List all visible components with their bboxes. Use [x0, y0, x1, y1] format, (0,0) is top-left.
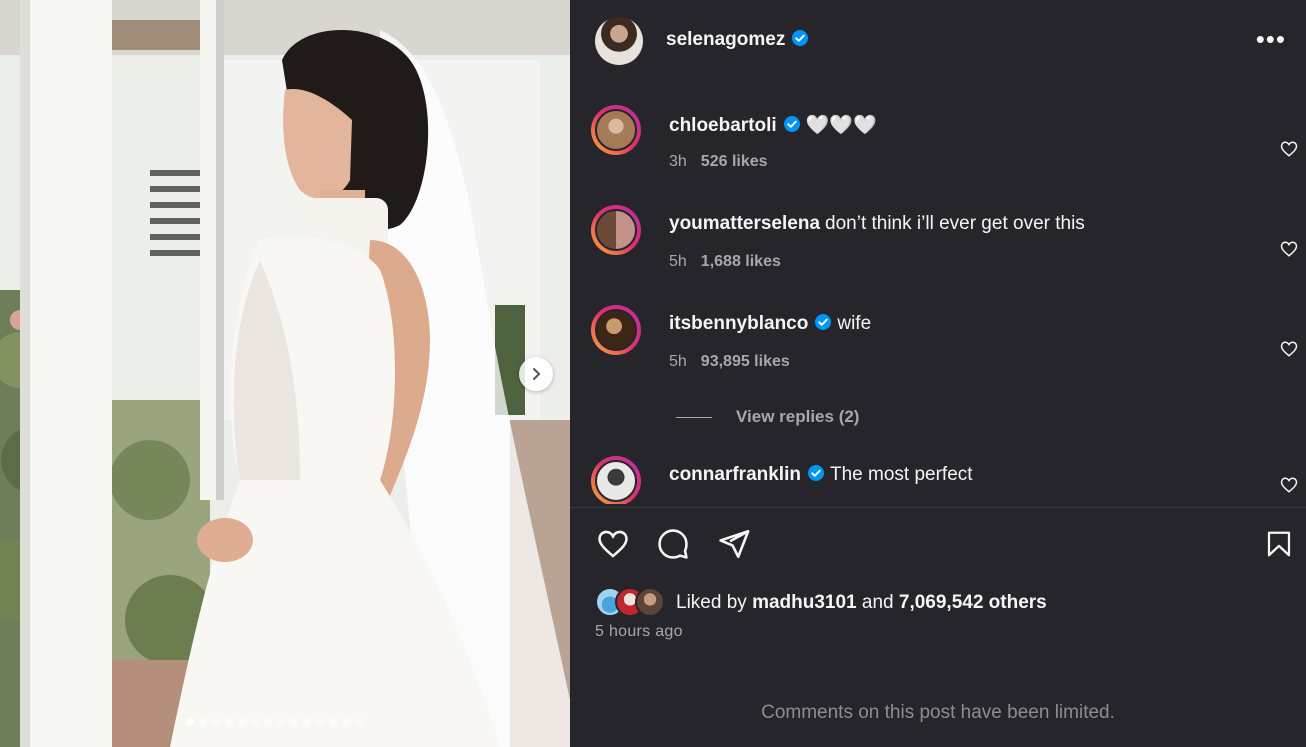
view-replies-label: View replies (2) — [736, 407, 860, 426]
comment-username[interactable]: youmatterselena — [669, 213, 820, 234]
comments-limited-notice: Comments on this post have been limited. — [761, 702, 1115, 723]
actions-divider — [570, 507, 1306, 508]
comment-time: 3h — [669, 153, 687, 170]
comment-avatar[interactable] — [591, 205, 641, 255]
author-username[interactable]: selenagomez — [666, 29, 785, 50]
comment-body: connarfranklin The most perfect — [669, 464, 973, 486]
carousel-dot — [342, 718, 350, 726]
comment-body: youmatterselena don’t think i’ll ever get… — [669, 213, 1085, 235]
comment-item: chloebartoli 🤍🤍🤍 3h 526 likes — [570, 105, 1306, 195]
comment-text: 🤍🤍🤍 — [805, 115, 877, 136]
post-photo — [0, 0, 570, 747]
carousel-dot — [186, 718, 194, 726]
likes-summary: Liked by madhu3101 and 7,069,542 others — [676, 592, 1047, 614]
comment-like-heart-icon[interactable] — [1280, 140, 1298, 158]
comment-username[interactable]: chloebartoli — [669, 115, 777, 136]
comment-likes[interactable]: 526 likes — [701, 153, 768, 170]
liker-avatars[interactable] — [595, 587, 667, 617]
post-sidebar: selenagomez ••• chloebartoli 🤍🤍🤍 3h 526 li… — [570, 0, 1306, 747]
liker-avatar — [635, 587, 665, 617]
comment-avatar[interactable] — [591, 456, 641, 504]
verified-badge-icon — [815, 313, 832, 330]
liked-by-others[interactable]: 7,069,542 others — [899, 592, 1047, 613]
carousel-dot — [264, 718, 272, 726]
post-timestamp[interactable]: 5 hours ago — [595, 623, 683, 641]
comment-meta: 5h 93,895 likes — [669, 353, 790, 371]
carousel-dot — [329, 718, 337, 726]
verified-badge-icon — [783, 115, 800, 132]
verified-badge-icon — [792, 29, 809, 46]
comment-body: chloebartoli 🤍🤍🤍 — [669, 113, 877, 137]
view-replies-button[interactable]: View replies (2) — [676, 407, 859, 427]
liked-by-user[interactable]: madhu3101 — [752, 592, 857, 613]
comment-like-heart-icon[interactable] — [1280, 240, 1298, 258]
comment-username[interactable]: itsbennyblanco — [669, 313, 808, 334]
next-image-button[interactable] — [519, 357, 553, 391]
author-avatar[interactable] — [595, 17, 643, 65]
carousel-dot — [303, 718, 311, 726]
carousel-dot — [225, 718, 233, 726]
heart-icon[interactable] — [595, 527, 631, 561]
liked-by-conjunction: and — [861, 592, 894, 613]
comments-list: chloebartoli 🤍🤍🤍 3h 526 likes youmattersel… — [570, 90, 1306, 504]
carousel-dot — [212, 718, 220, 726]
carousel-dot — [355, 718, 363, 726]
comment-text: The most perfect — [829, 464, 973, 485]
comment-likes[interactable]: 1,688 likes — [701, 253, 781, 270]
carousel-dot — [238, 718, 246, 726]
comment-text: don’t think i’ll ever get over this — [825, 213, 1085, 234]
post-image[interactable] — [0, 0, 570, 747]
more-options-icon[interactable]: ••• — [1256, 26, 1286, 52]
carousel-dot — [251, 718, 259, 726]
carousel-indicator — [186, 718, 363, 726]
carousel-dot — [316, 718, 324, 726]
comment-item: itsbennyblanco wife 5h 93,895 likes — [570, 305, 1306, 395]
comment-item: connarfranklin The most perfect — [570, 456, 1306, 504]
comment-body: itsbennyblanco wife — [669, 313, 871, 335]
send-icon[interactable] — [716, 527, 752, 561]
author-username-row: selenagomez — [666, 29, 809, 51]
carousel-dot — [199, 718, 207, 726]
comment-username[interactable]: connarfranklin — [669, 464, 801, 485]
comment-likes[interactable]: 93,895 likes — [701, 353, 790, 370]
comment-meta: 5h 1,688 likes — [669, 253, 781, 271]
bookmark-icon[interactable] — [1264, 527, 1294, 561]
verified-badge-icon — [807, 464, 824, 481]
comment-avatar[interactable] — [591, 305, 641, 355]
post-header: selenagomez ••• — [570, 0, 1306, 84]
comment-like-heart-icon[interactable] — [1280, 476, 1298, 494]
replies-divider — [676, 417, 712, 419]
comment-time: 5h — [669, 353, 687, 370]
comment-avatar[interactable] — [591, 105, 641, 155]
chevron-right-icon — [533, 368, 541, 380]
comment-like-heart-icon[interactable] — [1280, 340, 1298, 358]
comment-text: wife — [837, 313, 872, 334]
comment-item: youmatterselena don’t think i’ll ever get… — [570, 205, 1306, 295]
comment-icon[interactable] — [655, 527, 691, 561]
carousel-dot — [277, 718, 285, 726]
carousel-dot — [290, 718, 298, 726]
liked-by-prefix: Liked by — [676, 592, 747, 613]
comment-time: 5h — [669, 253, 687, 270]
comment-meta: 3h 526 likes — [669, 153, 768, 171]
